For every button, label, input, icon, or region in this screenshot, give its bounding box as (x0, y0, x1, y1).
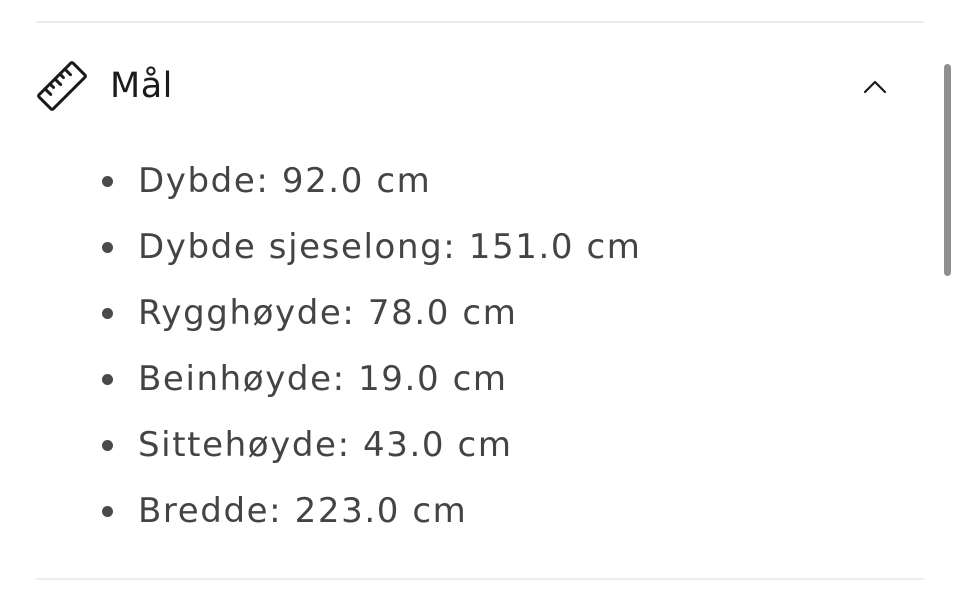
dimension-leg-height: Beinhøyde: 19.0 cm (138, 359, 508, 399)
dimensions-list: Dybde: 92.0 cm Dybde sjeselong: 151.0 cm… (96, 148, 642, 544)
dimension-chaise-depth: Dybde sjeselong: 151.0 cm (138, 227, 642, 267)
dimensions-accordion-header[interactable]: Mål (36, 56, 896, 116)
dimensions-panel: Mål Dybde: 92.0 cm Dybde sjeselong: 151.… (0, 0, 960, 610)
list-item: Sittehøyde: 43.0 cm (96, 412, 642, 478)
bullet (102, 439, 113, 451)
bullet (102, 307, 113, 319)
dimension-seat-height: Sittehøyde: 43.0 cm (138, 425, 513, 465)
list-item: Dybde: 92.0 cm (96, 148, 642, 214)
dimension-back-height: Rygghøyde: 78.0 cm (138, 293, 518, 333)
bottom-divider (36, 578, 924, 580)
list-item: Rygghøyde: 78.0 cm (96, 280, 642, 346)
ruler-icon (36, 60, 88, 112)
list-item: Beinhøyde: 19.0 cm (96, 346, 642, 412)
list-item: Bredde: 223.0 cm (96, 478, 642, 544)
top-divider (36, 21, 924, 23)
dimension-width: Bredde: 223.0 cm (138, 491, 468, 531)
list-item: Dybde sjeselong: 151.0 cm (96, 214, 642, 280)
scrollbar-thumb[interactable] (944, 64, 951, 276)
bullet (102, 241, 113, 253)
bullet (102, 175, 113, 187)
bullet (102, 373, 113, 385)
chevron-up-icon[interactable] (862, 74, 888, 100)
bullet (102, 505, 113, 517)
dimension-depth: Dybde: 92.0 cm (138, 161, 432, 201)
section-title: Mål (110, 66, 173, 106)
